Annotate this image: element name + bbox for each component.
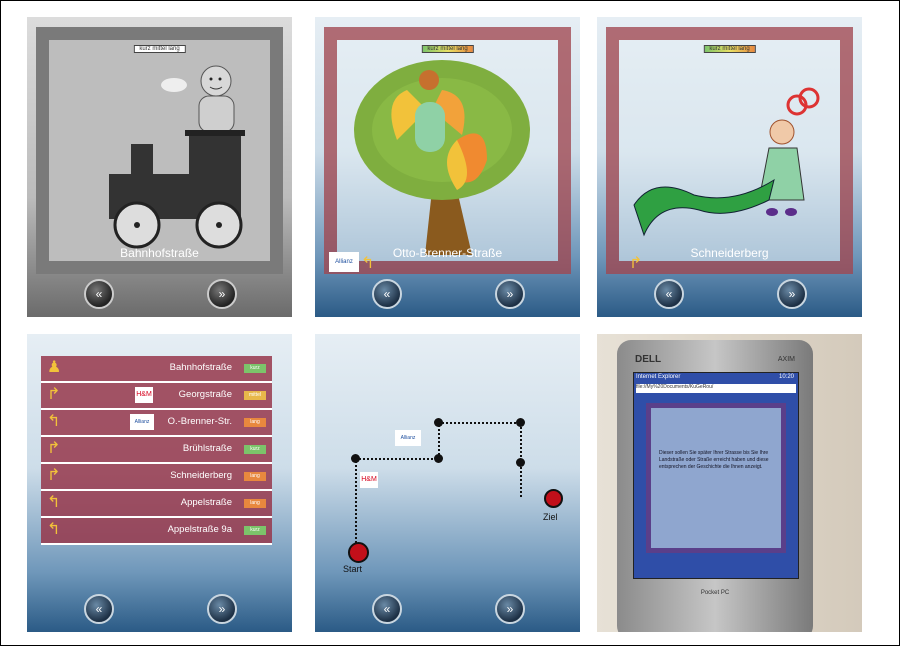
street-caption: Bahnhofstraße [120,246,199,260]
body-text: Dieser sollen Sie später Ihrer Strasse b… [659,450,769,470]
sponsor-logo-allianz: Allianz [395,430,421,446]
browser-title: Internet Explorer [636,374,681,380]
story-frame: kurz mittel lang ↱ Schneiderberg [606,27,853,274]
pda-screen: Internet Explorer 10:20 file://My%20Docu… [633,372,799,579]
sponsor-logo-hm: H&M [360,472,378,488]
panel-bahnhofstrasse: kurz mittel lang Bahnhofstraße « » [27,17,292,317]
length-badge: lang [244,499,266,508]
story-frame: kurz mittel lang Allianz ↰ Otto-Brenner-… [324,27,571,274]
forward-button[interactable]: » [495,279,525,309]
forward-button[interactable]: » [495,594,525,624]
walk-icon: ♟ [47,359,62,376]
crocodile-illustration [633,87,820,237]
back-button[interactable]: « [84,594,114,624]
address-bar[interactable]: file://My%20Documents/KuGeRou/ [636,384,796,393]
back-button[interactable]: « [372,279,402,309]
street-caption: Otto-Brenner-Straße [392,246,503,260]
back-button[interactable]: « [372,594,402,624]
panel-route-map: Start Ziel Allianz H&M « » [315,334,580,632]
turn-arrow-icon: ↰ [47,521,61,538]
forward-button[interactable]: » [207,594,237,624]
turn-arrow-icon: ↱ [47,467,61,484]
goal-label: Ziel [543,512,558,522]
length-badge: kurz [244,445,266,454]
route-row[interactable]: ↱ Schneiderberg lang [41,464,272,491]
length-badge: kurz [244,364,266,373]
sponsor-logo-hm: H&M [135,387,153,403]
forward-button[interactable]: » [777,279,807,309]
panel-schneiderberg: kurz mittel lang ↱ Schneiderberg « » [597,17,862,317]
device-label: Pocket PC [700,590,730,596]
route-row[interactable]: ↱ Brühlstraße kurz [41,437,272,464]
story-frame: kurz mittel lang Bahnhofstraße [36,27,283,274]
turn-arrow-icon: ↰ [47,494,61,511]
length-badge: kurz [244,526,266,535]
back-button[interactable]: « [84,279,114,309]
length-badge: mittel [244,391,266,400]
forward-button[interactable]: » [207,279,237,309]
tree-illustration [354,60,530,255]
route-row[interactable]: ↰ Appelstraße 9a kurz [41,518,272,545]
panel-pda-photo: DELL AXIM Internet Explorer 10:20 file:/… [597,334,862,632]
street-caption: Schneiderberg [690,246,769,260]
back-button[interactable]: « [654,279,684,309]
sponsor-logo-allianz: Allianz [130,414,154,430]
turn-arrow-icon: ↱ [47,440,61,457]
turn-arrow-icon: ↱ [47,386,61,403]
panel-otto-brenner-strasse: kurz mittel lang Allianz ↰ Otto-Brenner-… [315,17,580,317]
route-row[interactable]: ↰ Appelstraße lang [41,491,272,518]
route-row[interactable]: ↱ Georgstraße mittel [41,383,272,410]
length-badge: lang [244,472,266,481]
pda-brand: DELL [635,354,662,365]
start-label: Start [343,564,363,574]
clock: 10:20 [778,374,794,380]
route-row[interactable]: ♟ Bahnhofstraße kurz [41,356,272,383]
route-row[interactable]: ↰ O.-Brenner-Str. lang [41,410,272,437]
start-marker [348,542,369,563]
train-illustration [109,65,245,249]
length-badge: lang [244,418,266,427]
panel-route-list: ♟ Bahnhofstraße kurz ↱ Georgstraße mitte… [27,334,292,632]
goal-marker [544,489,563,508]
pda-device: DELL AXIM Internet Explorer 10:20 file:/… [617,340,813,632]
turn-arrow-icon: ↰ [47,413,61,430]
pda-brand-right: AXIM [777,356,795,363]
page-content: Dieser sollen Sie später Ihrer Strasse b… [646,403,786,553]
